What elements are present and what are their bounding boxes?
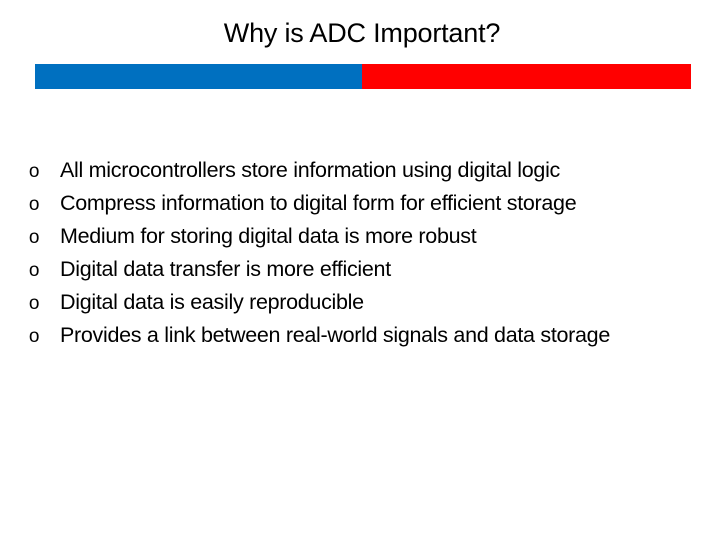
hollow-circle-bullet-icon: o (28, 326, 40, 347)
bullet-text: Provides a link between real-world signa… (60, 323, 610, 347)
bullet-item: o All microcontrollers store information… (0, 154, 688, 187)
accent-bar-blue-segment (35, 64, 362, 89)
bullet-item: o Provides a link between real-world sig… (0, 319, 688, 352)
slide-title: Why is ADC Important? (223, 18, 501, 48)
bullet-text: Digital data is easily reproducible (60, 290, 364, 314)
bullet-list: o All microcontrollers store information… (0, 154, 720, 352)
bullet-text: All microcontrollers store information u… (60, 158, 561, 182)
hollow-circle-bullet-icon: o (28, 293, 40, 314)
bullet-item: o Medium for storing digital data is mor… (0, 220, 688, 253)
accent-bar-red-segment (362, 64, 691, 89)
bullet-item: o Digital data is easily reproducible (0, 286, 688, 319)
bullet-text: Compress information to digital form for… (60, 191, 577, 215)
hollow-circle-bullet-icon: o (28, 161, 40, 182)
hollow-circle-bullet-icon: o (28, 227, 40, 248)
bullet-item: o Compress information to digital form f… (0, 187, 688, 220)
hollow-circle-bullet-icon: o (28, 260, 40, 281)
bullet-text: Medium for storing digital data is more … (60, 224, 477, 248)
hollow-circle-bullet-icon: o (28, 194, 40, 215)
title-accent-bar (35, 64, 691, 89)
bullet-text: Digital data transfer is more efficient (60, 257, 391, 281)
bullet-item: o Digital data transfer is more efficien… (0, 253, 688, 286)
